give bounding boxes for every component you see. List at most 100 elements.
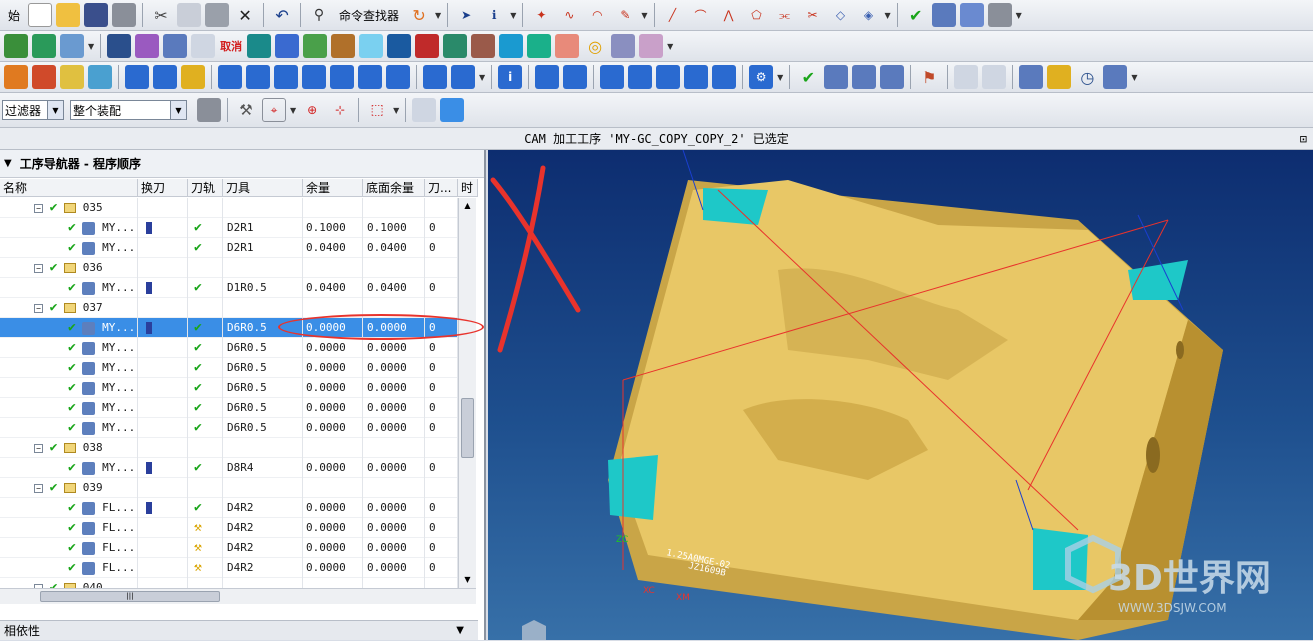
surface-icon[interactable] <box>443 34 468 58</box>
create-geometry-icon[interactable] <box>60 34 84 58</box>
collapse-toggle-icon[interactable]: − <box>34 263 43 273</box>
polyline-icon[interactable]: ⋀ <box>717 3 741 27</box>
snap-point-icon[interactable]: ⌖ <box>262 98 286 122</box>
pack-icon[interactable] <box>423 65 447 89</box>
operation-name-cell[interactable]: ✔ MY... <box>68 398 136 418</box>
col-header-time[interactable]: 时 <box>458 179 478 197</box>
operation-row[interactable]: ✔ MY... ✔ D6R0.5 0.0000 0.0000 0 <box>0 378 458 398</box>
operation-row[interactable]: ✔ MY... ✔ D2R1 0.0400 0.0400 0 <box>0 238 458 258</box>
col-header-floor-stock[interactable]: 底面余量 <box>363 179 425 197</box>
operation-row[interactable]: ✔ MY... ✔ D1R0.5 0.0400 0.0400 0 <box>0 278 458 298</box>
snap-node-icon[interactable]: ⊹ <box>328 98 352 122</box>
expand-chevron-icon[interactable]: ▼ <box>456 621 464 641</box>
operation-row[interactable]: ✔ MY... ✔ D8R4 0.0000 0.0000 0 <box>0 458 458 478</box>
green-block-icon[interactable] <box>527 34 552 58</box>
machine-icon[interactable] <box>535 65 560 89</box>
group-name-cell[interactable]: − ✔ 038 <box>34 438 103 458</box>
operation-name-cell[interactable]: ✔ MY... <box>68 418 136 438</box>
horizontal-scrollbar[interactable]: ||| <box>0 588 476 604</box>
sketch-icon[interactable]: ✎ <box>613 3 637 27</box>
tree-3-icon[interactable] <box>880 65 905 89</box>
flag-icon[interactable]: ⚑ <box>917 65 941 89</box>
table-icon[interactable] <box>959 3 984 27</box>
postprocess-icon[interactable] <box>153 65 177 89</box>
col-header-toolchange[interactable]: 换刀 <box>138 179 188 197</box>
operation-name-cell[interactable]: ✔ MY... <box>68 238 136 258</box>
scroll-down-icon[interactable]: ▼ <box>459 572 476 588</box>
trim-icon[interactable]: ✂ <box>801 3 825 27</box>
shape-icon[interactable]: ⬠ <box>745 3 769 27</box>
verify-path-icon[interactable] <box>60 65 84 89</box>
start-label[interactable]: 始 <box>2 7 26 24</box>
operation-name-cell[interactable]: ✔ MY... <box>68 318 136 338</box>
collapse-toggle-icon[interactable]: − <box>34 303 43 313</box>
collapse-toggle-icon[interactable]: − <box>34 203 43 213</box>
paste-icon[interactable] <box>205 3 230 27</box>
edit-icon[interactable] <box>712 65 737 89</box>
tool-holder-icon[interactable] <box>331 34 356 58</box>
command-finder-icon[interactable]: ⚲ <box>307 3 331 27</box>
col-header-path[interactable]: 刀轨 <box>188 179 223 197</box>
operation-row[interactable]: ✔ MY... ✔ D6R0.5 0.0000 0.0000 0 <box>0 358 458 378</box>
group-name-cell[interactable]: − ✔ 039 <box>34 478 103 498</box>
clock-icon[interactable]: ◷ <box>1075 65 1099 89</box>
rel-icon[interactable] <box>274 65 298 89</box>
save-icon[interactable] <box>84 3 109 27</box>
doc-icon[interactable] <box>563 65 588 89</box>
delete-icon[interactable]: ✕ <box>233 3 257 27</box>
project-icon[interactable]: ◇ <box>829 3 853 27</box>
bullet-icon[interactable] <box>611 34 636 58</box>
dependencies-panel[interactable]: 相依性 ▼ <box>0 620 478 640</box>
program-group-row[interactable]: − ✔ 040 <box>0 578 458 588</box>
check-tree-icon[interactable]: ✔ <box>796 65 820 89</box>
collapse-toggle-icon[interactable]: − <box>34 483 43 493</box>
selection-scope-select[interactable]: 整个装配 ▼ <box>70 100 187 120</box>
operation-name-cell[interactable]: ✔ FL... <box>68 538 136 558</box>
target-icon[interactable]: ◎ <box>583 34 607 58</box>
name-icon[interactable] <box>386 65 410 89</box>
stock-icon[interactable] <box>358 65 382 89</box>
verify-icon[interactable]: ✔ <box>904 3 928 27</box>
operation-row[interactable]: ✔ MY... ✔ D6R0.5 0.0000 0.0000 0 <box>0 398 458 418</box>
shop-doc-icon[interactable] <box>191 34 216 58</box>
col-header-tool-no[interactable]: 刀... <box>425 179 458 197</box>
tree-icon[interactable] <box>824 65 849 89</box>
shop-doc-2-icon[interactable] <box>181 65 205 89</box>
create-operation-icon[interactable] <box>135 34 160 58</box>
operation-name-cell[interactable]: ✔ MY... <box>68 338 136 358</box>
search-doc-icon[interactable] <box>954 65 979 89</box>
group-name-cell[interactable]: − ✔ 040 <box>34 578 103 588</box>
cylinder-icon[interactable] <box>303 34 328 58</box>
blank-icon[interactable] <box>247 34 272 58</box>
arc-icon[interactable]: ◠ <box>585 3 609 27</box>
mark-icon[interactable] <box>628 65 653 89</box>
copy-icon[interactable] <box>177 3 202 27</box>
line-icon[interactable]: ╱ <box>661 3 685 27</box>
col-header-tool[interactable]: 刀具 <box>223 179 303 197</box>
wrench-icon[interactable]: ⚒ <box>234 98 258 122</box>
collapse-toggle-icon[interactable]: − <box>34 443 43 453</box>
maximize-icon[interactable]: ⊡ <box>1300 128 1307 150</box>
list-2-icon[interactable] <box>1103 65 1128 89</box>
pig-icon[interactable] <box>555 34 580 58</box>
transform-icon[interactable] <box>302 65 326 89</box>
operation-row[interactable]: ✔ MY... ✔ D6R0.5 0.0000 0.0000 0 <box>0 338 458 358</box>
sheet-icon[interactable] <box>359 34 384 58</box>
operation-name-cell[interactable]: ✔ FL... <box>68 558 136 578</box>
component-icon[interactable] <box>275 34 300 58</box>
graphics-viewport[interactable]: 1.25A0MGE-02 JZ1609B XC XM ZC 3D世界网 WWW.… <box>488 150 1313 640</box>
curve-icon[interactable]: ∿ <box>557 3 581 27</box>
print-icon[interactable] <box>112 3 137 27</box>
simulate-icon[interactable] <box>88 65 112 89</box>
operation-name-cell[interactable]: ✔ FL... <box>68 498 136 518</box>
program-group-row[interactable]: − ✔ 039 <box>0 478 458 498</box>
create-program-icon[interactable] <box>4 34 28 58</box>
extrude-curve-icon[interactable]: ◈ <box>857 3 881 27</box>
view-triad-icon[interactable] <box>522 620 546 640</box>
cursor-info-icon[interactable]: ℹ <box>482 3 506 27</box>
group-name-cell[interactable]: − ✔ 035 <box>34 198 103 218</box>
program-group-row[interactable]: − ✔ 035 <box>0 198 458 218</box>
scroll-up-icon[interactable]: ▲ <box>459 198 476 214</box>
cylinder-2-icon[interactable] <box>639 34 664 58</box>
view-cube-icon[interactable] <box>440 98 465 122</box>
